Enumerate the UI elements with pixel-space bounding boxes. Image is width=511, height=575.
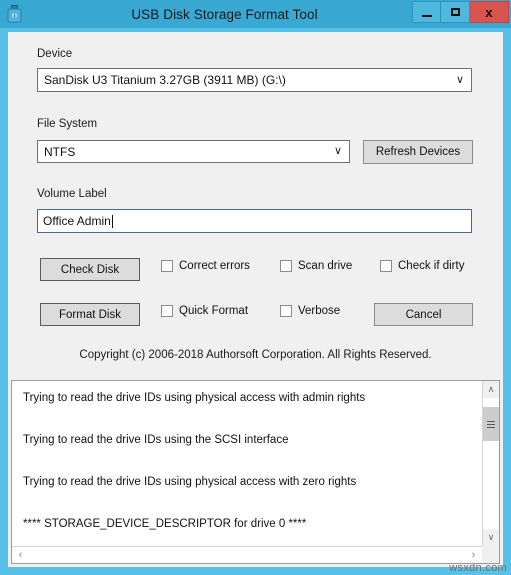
device-label: Device bbox=[37, 48, 73, 60]
log-line: Trying to read the drive IDs using physi… bbox=[23, 392, 366, 404]
scrollbar-corner bbox=[482, 546, 499, 563]
text-caret bbox=[111, 214, 113, 228]
checkbox-label: Correct errors bbox=[179, 260, 250, 272]
usb-drive-icon bbox=[0, 0, 28, 28]
file-system-select[interactable]: NTFS ∨ bbox=[37, 140, 350, 163]
scroll-up-icon[interactable]: ∧ bbox=[483, 381, 499, 398]
checkbox-check-if-dirty[interactable]: Check if dirty bbox=[380, 260, 464, 272]
device-select[interactable]: SanDisk U3 Titanium 3.27GB (3911 MB) (G:… bbox=[37, 68, 472, 92]
checkbox-scan-drive[interactable]: Scan drive bbox=[280, 260, 352, 272]
check-disk-button[interactable]: Check Disk bbox=[40, 258, 140, 281]
checkbox-box[interactable] bbox=[161, 260, 173, 272]
client-area: Device SanDisk U3 Titanium 3.27GB (3911 … bbox=[8, 32, 503, 567]
minimize-icon bbox=[421, 14, 432, 17]
log-line: **** STORAGE_DEVICE_DESCRIPTOR for drive… bbox=[23, 518, 307, 530]
scroll-down-icon[interactable]: ∨ bbox=[483, 529, 499, 546]
log-vertical-scrollbar[interactable]: ∧ ∨ bbox=[482, 381, 499, 546]
maximize-icon bbox=[450, 8, 460, 16]
caption-buttons: x bbox=[412, 1, 509, 23]
checkbox-box[interactable] bbox=[380, 260, 392, 272]
checkbox-correct-errors[interactable]: Correct errors bbox=[161, 260, 250, 272]
checkbox-label: Scan drive bbox=[298, 260, 353, 272]
log-panel: Trying to read the drive IDs using physi… bbox=[11, 380, 500, 564]
format-disk-button[interactable]: Format Disk bbox=[40, 303, 140, 326]
chevron-down-icon: ∨ bbox=[333, 145, 343, 157]
volume-label-value: Office Admin bbox=[43, 214, 111, 228]
device-select-value: SanDisk U3 Titanium 3.27GB (3911 MB) (G:… bbox=[44, 73, 286, 87]
maximize-button[interactable] bbox=[441, 1, 470, 23]
checkbox-verbose[interactable]: Verbose bbox=[280, 305, 340, 317]
close-button[interactable]: x bbox=[470, 1, 509, 23]
copyright-text: Copyright (c) 2006-2018 Authorsoft Corpo… bbox=[79, 349, 432, 361]
chevron-down-icon: ∨ bbox=[455, 73, 465, 86]
checkbox-box[interactable] bbox=[161, 305, 173, 317]
usb-format-tool-window: USB Disk Storage Format Tool x Device Sa… bbox=[0, 0, 511, 575]
scroll-grip-icon bbox=[487, 419, 495, 430]
vertical-scroll-thumb[interactable] bbox=[483, 407, 499, 441]
scroll-left-icon[interactable]: ‹ bbox=[12, 547, 29, 563]
log-line: Trying to read the drive IDs using the S… bbox=[23, 434, 289, 446]
checkbox-label: Check if dirty bbox=[398, 260, 465, 272]
log-output: Trying to read the drive IDs using physi… bbox=[12, 381, 481, 545]
log-horizontal-scrollbar[interactable]: ‹ › bbox=[12, 546, 482, 563]
scroll-right-icon[interactable]: › bbox=[465, 547, 482, 563]
checkbox-quick-format[interactable]: Quick Format bbox=[161, 305, 248, 317]
refresh-devices-button[interactable]: Refresh Devices bbox=[363, 140, 473, 164]
file-system-label: File System bbox=[37, 118, 98, 130]
volume-label-label: Volume Label bbox=[37, 188, 107, 200]
cancel-button[interactable]: Cancel bbox=[374, 303, 473, 326]
volume-label-input[interactable]: Office Admin bbox=[37, 209, 472, 233]
watermark: wsxdn.com bbox=[449, 562, 507, 574]
log-line: Trying to read the drive IDs using physi… bbox=[23, 476, 357, 488]
checkbox-label: Quick Format bbox=[179, 305, 249, 317]
file-system-select-value: NTFS bbox=[44, 144, 76, 159]
checkbox-label: Verbose bbox=[298, 305, 341, 317]
minimize-button[interactable] bbox=[412, 1, 441, 23]
checkbox-box[interactable] bbox=[280, 305, 292, 317]
checkbox-box[interactable] bbox=[280, 260, 292, 272]
title-bar: USB Disk Storage Format Tool x bbox=[0, 0, 511, 28]
